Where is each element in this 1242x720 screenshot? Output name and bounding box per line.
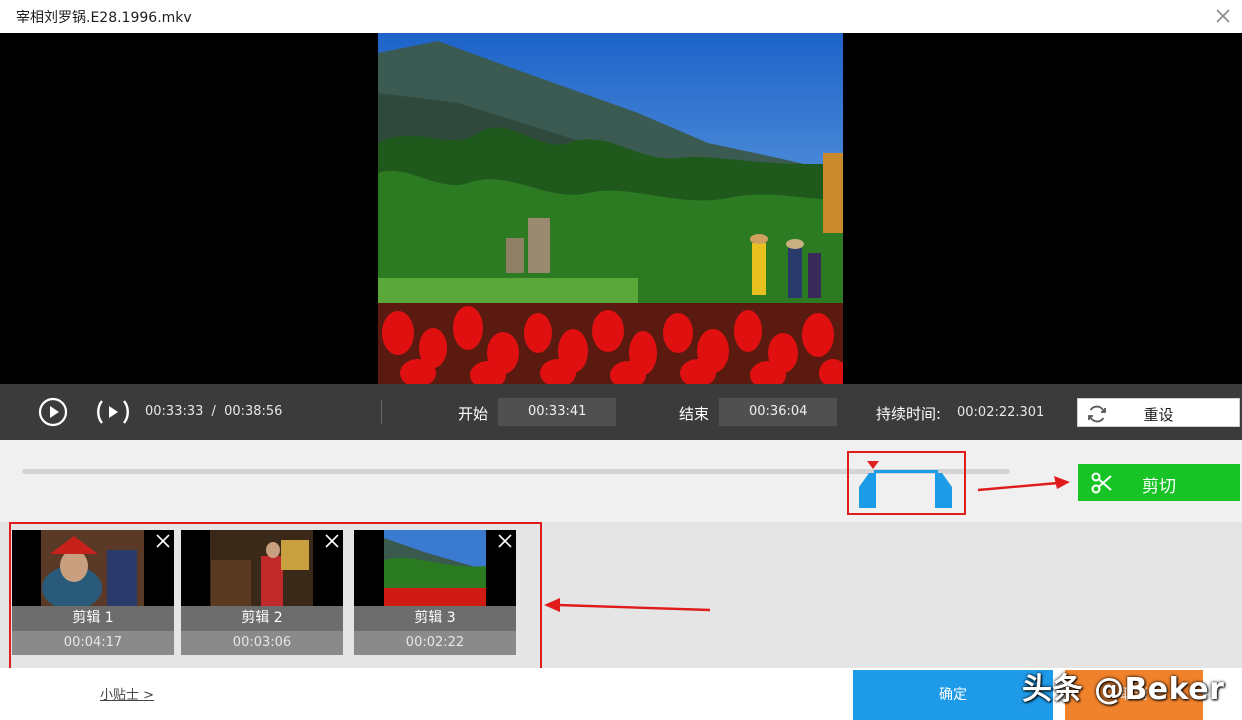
- cut-label: 剪切: [1142, 477, 1176, 497]
- start-time-field[interactable]: 00:33:41: [498, 398, 616, 426]
- tips-link[interactable]: 小贴士 >: [100, 684, 154, 703]
- cut-button[interactable]: 剪切: [1078, 464, 1240, 501]
- title-bar: 宰相刘罗锅.E28.1996.mkv: [0, 0, 1242, 33]
- clip-item[interactable]: 剪辑 1 00:04:17: [12, 530, 174, 655]
- reset-label: 重设: [1143, 406, 1174, 424]
- end-label: 结束: [679, 405, 710, 423]
- timeline-row: 剪切: [0, 440, 1242, 522]
- divider: [381, 400, 382, 424]
- watermark: 头条 @Beker: [1022, 672, 1225, 707]
- clip-duration: 00:04:17: [12, 631, 174, 655]
- selected-range-bar: [874, 470, 938, 473]
- clip-remove-icon[interactable]: [323, 532, 341, 550]
- clip-name: 剪辑 3: [354, 606, 516, 631]
- playback-control-bar: 00:33:33 / 00:38:56 开始 00:33:41 结束 00:36…: [0, 384, 1242, 440]
- play-icon[interactable]: [38, 397, 68, 427]
- annotation-arrow-left: [544, 598, 711, 612]
- clip-thumbnail: [181, 530, 343, 606]
- playhead-marker[interactable]: [867, 461, 879, 469]
- duration-value: 00:02:22.301: [957, 405, 1045, 420]
- start-label: 开始: [458, 405, 489, 423]
- clip-name: 剪辑 1: [12, 606, 174, 631]
- clip-remove-icon[interactable]: [496, 532, 514, 550]
- close-icon[interactable]: [1212, 5, 1234, 27]
- reset-button[interactable]: 重设: [1077, 398, 1240, 427]
- clip-item[interactable]: 剪辑 3 00:02:22: [354, 530, 516, 655]
- clip-thumbnail: [354, 530, 516, 606]
- clip-duration: 00:02:22: [354, 631, 516, 655]
- clip-item[interactable]: 剪辑 2 00:03:06: [181, 530, 343, 655]
- clip-thumbnail: [12, 530, 174, 606]
- video-cut-window: 宰相刘罗锅.E28.1996.mkv 00:33:33 / 00:38:56 开…: [0, 0, 1242, 720]
- playback-time: 00:33:33 / 00:38:56: [145, 404, 282, 419]
- range-end-handle[interactable]: [935, 473, 952, 508]
- time-separator: /: [211, 404, 216, 419]
- window-title: 宰相刘罗锅.E28.1996.mkv: [16, 10, 192, 26]
- range-start-handle[interactable]: [859, 473, 876, 508]
- annotation-arrow-right: [977, 476, 1070, 492]
- total-time: 00:38:56: [224, 404, 283, 419]
- clip-name: 剪辑 2: [181, 606, 343, 631]
- landscape-scene-image: [378, 33, 843, 384]
- duration-label: 持续时间:: [876, 405, 942, 423]
- clip-remove-icon[interactable]: [154, 532, 172, 550]
- end-time-field[interactable]: 00:36:04: [719, 398, 837, 426]
- video-frame: [378, 33, 843, 384]
- current-time: 00:33:33: [145, 404, 204, 419]
- video-preview[interactable]: [0, 33, 1242, 384]
- step-frame-icon[interactable]: [96, 397, 130, 427]
- clip-duration: 00:03:06: [181, 631, 343, 655]
- clip-list: 剪辑 1 00:04:17 剪辑 2 00:03:06 剪辑 3 00:02:2…: [0, 522, 1242, 670]
- clips-highlight-annotation: 剪辑 1 00:04:17 剪辑 2 00:03:06 剪辑 3 00:02:2…: [9, 522, 542, 670]
